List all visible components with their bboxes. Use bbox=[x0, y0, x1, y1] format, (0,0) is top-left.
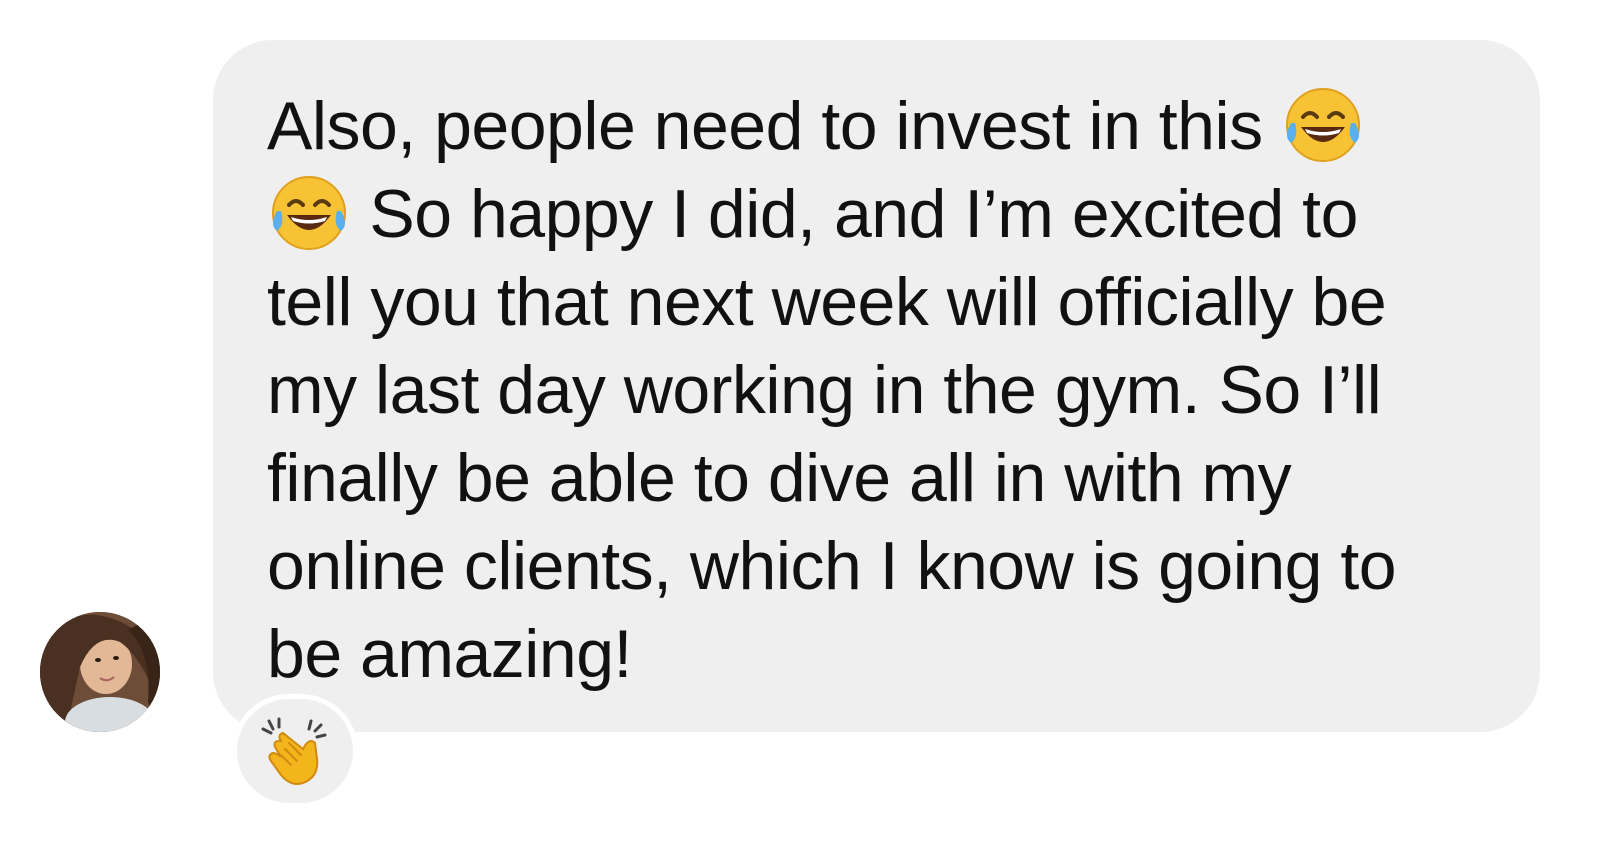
clapping-hands-icon bbox=[261, 717, 327, 785]
face-with-tears-of-joy-icon bbox=[1286, 88, 1360, 162]
message-thread: Also, people need to invest in this So h bbox=[0, 0, 1599, 843]
message-line-2: So happy I did, and I’m excited to bbox=[351, 176, 1358, 252]
message-line-4: my last day working in the gym. So I’ll bbox=[267, 352, 1382, 428]
message-line-5: finally be able to dive all in with my bbox=[267, 440, 1292, 516]
message-text: Also, people need to invest in this So h bbox=[267, 82, 1500, 698]
avatar-photo-icon bbox=[40, 612, 160, 732]
message-line-7: be amazing! bbox=[267, 616, 632, 692]
message-line-1: Also, people need to invest in this bbox=[267, 88, 1281, 164]
message-bubble[interactable]: Also, people need to invest in this So h bbox=[213, 40, 1540, 732]
message-line-3: tell you that next week will officially … bbox=[267, 264, 1387, 340]
sender-avatar[interactable] bbox=[40, 612, 160, 732]
message-line-6: online clients, which I know is going to bbox=[267, 528, 1397, 604]
face-with-tears-of-joy-icon-2 bbox=[272, 176, 346, 250]
reaction-badge[interactable] bbox=[232, 694, 358, 808]
